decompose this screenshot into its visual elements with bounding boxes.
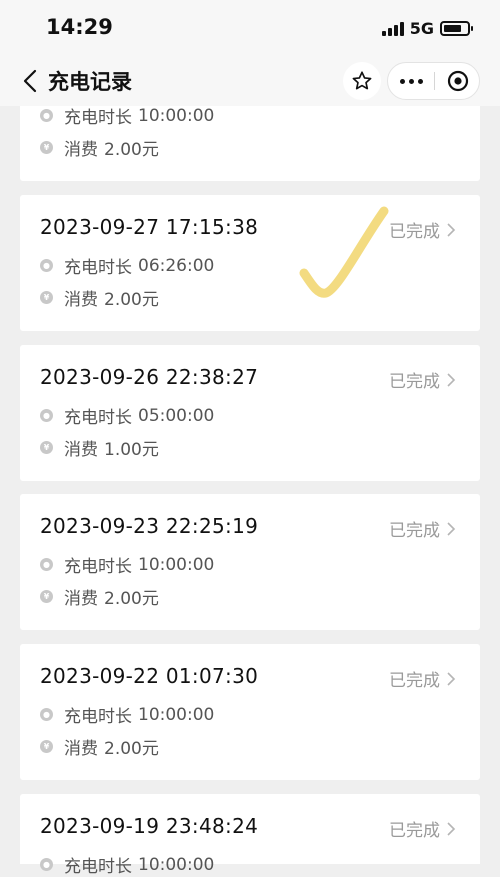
record-card[interactable]: 2023-09-26 22:38:27 已完成 ● 充电时长 05:00:00 … [20, 345, 480, 481]
chevron-right-icon [447, 372, 456, 387]
fee-row: ¥ 消费 2.00元 [40, 285, 159, 310]
duration-label: 充电时长 [64, 408, 132, 428]
clock-icon: ● [40, 858, 53, 871]
fee-label: 消费 [64, 140, 98, 160]
duration-value: 06:26:00 [138, 255, 215, 276]
duration-row: ● 充电时长 06:26:00 [40, 253, 214, 278]
record-datetime: 2023-09-22 01:07:30 [40, 664, 259, 688]
record-status[interactable]: 已完成 [389, 367, 456, 392]
clock-icon: ● [40, 708, 53, 721]
record-status[interactable]: 已完成 [389, 516, 456, 541]
clock-icon: ● [40, 409, 53, 422]
fee-row: ¥ 消费 2.00元 [40, 584, 159, 609]
status-text: 已完成 [389, 521, 440, 541]
fee-label: 消费 [64, 290, 98, 310]
back-button[interactable] [18, 66, 42, 96]
more-dots-icon[interactable] [388, 63, 434, 99]
record-card[interactable]: 2023-09-27 17:15:38 已完成 ● 充电时长 06:26:00 … [20, 195, 480, 331]
fee-row: ¥ 消费 2.00元 [40, 135, 159, 160]
favorite-button[interactable] [343, 62, 381, 100]
fee-label: 消费 [64, 739, 98, 759]
network-type: 5G [409, 19, 434, 38]
fee-value: 1.00元 [104, 440, 159, 460]
duration-row: ● 充电时长 10:00:00 [40, 103, 214, 128]
duration-label: 充电时长 [64, 707, 132, 727]
record-card[interactable]: 2023-09-23 22:25:19 已完成 ● 充电时长 10:00:00 … [20, 494, 480, 630]
yen-icon: ¥ [40, 590, 53, 603]
status-text: 已完成 [389, 372, 440, 392]
fee-label: 消费 [64, 589, 98, 609]
duration-value: 10:00:00 [138, 854, 215, 875]
record-status[interactable]: 已完成 [389, 666, 456, 691]
record-datetime: 2023-09-27 17:15:38 [40, 215, 259, 239]
star-icon [352, 71, 372, 90]
record-datetime: 2023-09-23 22:25:19 [40, 514, 259, 538]
yen-icon: ¥ [40, 441, 53, 454]
duration-value: 10:00:00 [138, 704, 215, 725]
fee-row: ¥ 消费 1.00元 [40, 435, 159, 460]
fee-value: 2.00元 [104, 140, 159, 160]
fee-value: 2.00元 [104, 589, 159, 609]
duration-value: 10:00:00 [138, 554, 215, 575]
mini-program-close-icon[interactable] [435, 63, 480, 99]
battery-icon [440, 21, 473, 36]
clock-icon: ● [40, 109, 53, 122]
status-text: 已完成 [389, 222, 440, 242]
record-datetime: 2023-09-19 23:48:24 [40, 814, 259, 838]
chevron-right-icon [447, 222, 456, 237]
duration-row: ● 充电时长 10:00:00 [40, 852, 214, 877]
status-text: 已完成 [389, 821, 440, 841]
record-datetime: 2023-09-26 22:38:27 [40, 365, 259, 389]
duration-value: 10:00:00 [138, 105, 215, 126]
chevron-right-icon [447, 821, 456, 836]
status-text: 已完成 [389, 671, 440, 691]
signal-icon [381, 21, 404, 36]
duration-label: 充电时长 [64, 557, 132, 577]
record-card[interactable]: 2023-09-22 01:07:30 已完成 ● 充电时长 10:00:00 … [20, 644, 480, 780]
nav-bar: 充电记录 [0, 56, 500, 106]
record-status[interactable]: 已完成 [389, 217, 456, 242]
chevron-right-icon [447, 671, 456, 686]
duration-label: 充电时长 [64, 857, 132, 877]
duration-row: ● 充电时长 10:00:00 [40, 552, 214, 577]
page-title: 充电记录 [48, 70, 132, 94]
yen-icon: ¥ [40, 740, 53, 753]
duration-label: 充电时长 [64, 258, 132, 278]
fee-label: 消费 [64, 440, 98, 460]
mini-program-capsule [387, 62, 480, 100]
fee-row: ¥ 消费 2.00元 [40, 734, 159, 759]
status-time: 14:29 [46, 15, 113, 39]
chevron-right-icon [447, 521, 456, 536]
duration-label: 充电时长 [64, 108, 132, 128]
duration-row: ● 充电时长 05:00:00 [40, 403, 214, 428]
duration-value: 05:00:00 [138, 405, 215, 426]
clock-icon: ● [40, 558, 53, 571]
yen-icon: ¥ [40, 291, 53, 304]
status-bar: 14:29 5G [0, 0, 500, 56]
status-indicators: 5G [381, 19, 473, 38]
duration-row: ● 充电时长 10:00:00 [40, 702, 214, 727]
record-card[interactable]: 2023-09-19 23:48:24 已完成 ● 充电时长 10:00:00 [20, 794, 480, 877]
fee-value: 2.00元 [104, 739, 159, 759]
chevron-left-icon [23, 69, 37, 93]
fee-value: 2.00元 [104, 290, 159, 310]
yen-icon: ¥ [40, 141, 53, 154]
clock-icon: ● [40, 259, 53, 272]
record-status[interactable]: 已完成 [389, 816, 456, 841]
